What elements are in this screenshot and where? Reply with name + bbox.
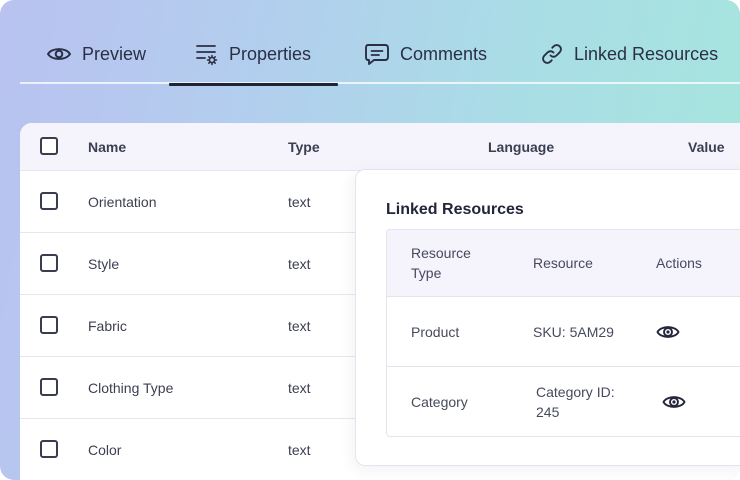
table-header: Name Type Language Value [20,123,740,171]
select-all-checkbox[interactable] [40,137,58,155]
row-name: Color [88,442,122,458]
resource-type-cell: Category [411,394,468,410]
eye-icon [662,396,686,408]
tab-preview[interactable]: Preview [26,24,176,84]
row-checkbox[interactable] [40,254,58,272]
row-type: text [288,256,311,272]
row-checkbox[interactable] [40,192,58,210]
view-resource-button[interactable] [662,391,686,418]
tab-comments[interactable]: Comments [360,24,520,84]
app-frame: Preview Properties Comments Linked Resou… [0,0,740,480]
row-name: Style [88,256,120,272]
row-checkbox[interactable] [40,378,58,396]
linked-resource-row: Product SKU: 5AM29 [387,297,740,367]
column-header-type[interactable]: Type [288,139,320,155]
row-name: Orientation [88,194,157,210]
linked-resource-row: Category Category ID: 245 [387,367,740,436]
column-header-value[interactable]: Value [688,139,725,155]
row-checkbox[interactable] [40,440,58,458]
tab-properties-label: Properties [229,43,312,64]
linked-resources-title: Linked Resources [386,201,524,218]
tab-preview-label: Preview [82,43,147,64]
resource-type-cell: Product [411,324,460,340]
eye-icon [47,48,71,60]
column-header-language[interactable]: Language [488,139,554,155]
row-type: text [288,194,311,210]
comment-icon [365,44,389,65]
view-resource-button[interactable] [656,321,680,348]
resource-cell: SKU: 5AM29 [533,324,614,340]
tab-linked-resources-label: Linked Resources [574,43,719,64]
row-name: Clothing Type [88,380,174,396]
tab-bar: Preview Properties Comments Linked Resou… [20,24,740,86]
eye-icon [656,326,680,338]
row-type: text [288,380,311,396]
link-icon [542,44,562,64]
linked-resources-table: Resource Type Resource Actions Product S… [386,229,740,437]
tab-comments-label: Comments [400,43,488,64]
column-header-resource-type: Resource Type [411,245,471,281]
row-checkbox[interactable] [40,316,58,334]
resource-cell: Category ID: 245 [536,384,615,420]
tab-linked-resources[interactable]: Linked Resources [538,24,740,84]
column-header-actions: Actions [656,255,702,271]
linked-resources-panel: Linked Resources Resource Type Resource … [355,169,740,466]
column-header-name[interactable]: Name [88,139,126,155]
row-type: text [288,442,311,458]
linked-resources-header: Resource Type Resource Actions [387,230,740,297]
properties-icon [196,45,218,66]
row-name: Fabric [88,318,127,334]
row-type: text [288,318,311,334]
column-header-resource: Resource [533,255,593,271]
tab-properties[interactable]: Properties [169,24,338,86]
